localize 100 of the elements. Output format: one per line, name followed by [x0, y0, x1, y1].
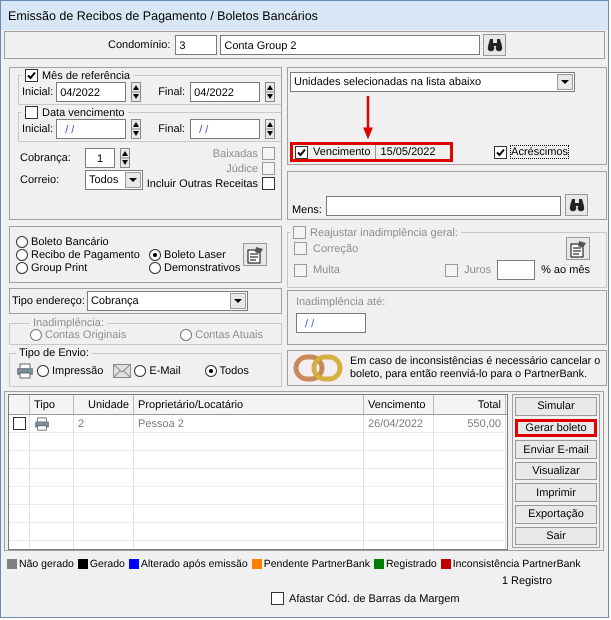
date-field[interactable]: 04/2022 [56, 82, 126, 102]
action-button[interactable]: Simular [515, 397, 597, 416]
radio-button[interactable] [149, 262, 161, 274]
column-header[interactable]: Proprietário/Locatário [134, 395, 364, 414]
notice-text: Em caso de inconsistências é necessário cancelar o boleto, para então reenviá-lo para o PartnerBank. [350, 355, 602, 381]
table-cell: 2 [74, 415, 134, 432]
action-button[interactable]: Imprimir [515, 483, 597, 502]
window-title: Emissão de Recibos de Pagamento / Boletos Bancários [1, 1, 608, 30]
binoculars-icon [486, 38, 503, 52]
number-field[interactable]: 1 [85, 148, 115, 168]
column-header[interactable]: Total [434, 395, 506, 414]
radio-label: Impressão [52, 365, 104, 377]
column-header[interactable]: Tipo [30, 395, 74, 414]
checkbox[interactable] [271, 592, 284, 605]
name-field[interactable]: Conta Group 2 [220, 35, 480, 55]
radio-label: Boleto Bancário [31, 236, 109, 248]
checkbox[interactable] [494, 146, 508, 158]
checkbox-label: Multa [313, 264, 340, 276]
settings-button[interactable] [243, 243, 267, 266]
radio-button[interactable] [149, 248, 161, 260]
spin-button[interactable] [265, 82, 276, 102]
date-field[interactable]: / / [190, 119, 260, 139]
group-label: Tipo de Envio: [19, 347, 89, 359]
radio-button[interactable] [16, 236, 28, 248]
legend-label: Não gerado [19, 558, 74, 570]
radio-button[interactable] [204, 365, 217, 377]
radio-label: Contas Atuais [195, 329, 263, 341]
table-cell: 26/04/2022 [364, 415, 434, 432]
legend-label: Pendente PartnerBank [264, 558, 370, 570]
group-label: Mês de referência [42, 70, 130, 82]
radio-label: Boleto Laser [164, 248, 226, 260]
radio-button[interactable] [16, 248, 28, 260]
spin-button[interactable] [120, 148, 130, 168]
radio-button[interactable] [37, 365, 49, 377]
field-label: Inicial: [22, 123, 54, 135]
checkbox-label: Vencimento [313, 146, 370, 158]
field-label: Cobrança: [20, 152, 72, 164]
checkbox-label: Afastar Cód. de Barras da Margem [289, 592, 460, 604]
option-label: Baixadas [212, 148, 258, 160]
field-label: Inadimplência até: [296, 296, 386, 308]
correio-dropdown[interactable]: Todos [85, 170, 143, 190]
date-field[interactable]: / / [56, 119, 126, 139]
radio-button[interactable] [134, 365, 146, 377]
legend-label: Inconsistência PartnerBank [452, 558, 581, 570]
condominio-label: Condomínio: [108, 39, 170, 51]
radio-label: E-Mail [149, 365, 181, 377]
selection-dropdown[interactable]: Unidades selecionadas na lista abaixo [290, 72, 575, 92]
envelope-icon [113, 364, 132, 378]
code-field[interactable]: 3 [175, 35, 218, 55]
group-label: Reajustar inadimplência geral: [310, 226, 458, 238]
action-button[interactable]: Sair [515, 526, 597, 546]
unit-label: % ao mês [541, 264, 590, 276]
action-button[interactable]: Enviar E-mail [515, 440, 597, 459]
field-label: Correio: [20, 174, 60, 186]
field-label: Final: [158, 86, 186, 98]
checkbox-label: Correção [313, 242, 358, 254]
date-field[interactable]: / / [296, 313, 366, 333]
legend-label: Gerado [90, 558, 125, 570]
record-count: 1 Registro [502, 575, 552, 587]
checkbox[interactable] [262, 177, 275, 190]
column-header[interactable]: Unidade [74, 395, 134, 414]
field-label: Mens: [292, 204, 322, 216]
radio-label: Contas Originais [45, 329, 126, 341]
radio-label: Recibo de Pagamento [31, 248, 140, 260]
spin-button[interactable] [131, 82, 142, 102]
option-label: Júdice [226, 162, 258, 174]
due-date-field[interactable]: 15/05/2022 [375, 145, 450, 159]
group-label: Inadimplência: [33, 317, 104, 329]
legend-label: Registrado [386, 558, 437, 570]
field-label: Final: [158, 123, 186, 135]
address-type-dropdown[interactable]: Cobrança [86, 291, 248, 311]
legend-label: Alterado após emissão [140, 558, 248, 570]
checkbox[interactable] [25, 107, 38, 119]
action-button[interactable]: Exportação [515, 504, 597, 524]
due-date-control[interactable]: Vencimento 15/05/2022 [290, 142, 453, 162]
checkbox[interactable] [295, 146, 308, 158]
radio-label: Group Print [31, 262, 88, 274]
spin-button[interactable] [265, 119, 276, 139]
search-button[interactable] [483, 34, 506, 56]
field-label: Tipo endereço: [12, 295, 85, 307]
action-button[interactable]: Visualizar [515, 462, 597, 480]
option-label: Incluir Outras Receitas [146, 178, 258, 190]
table-cell: 550,00 [434, 415, 506, 432]
message-field[interactable] [326, 196, 562, 216]
document-icon [246, 246, 264, 264]
search-button[interactable] [565, 194, 588, 216]
column-header[interactable]: Vencimento [364, 395, 434, 414]
spin-button[interactable] [131, 119, 142, 139]
printer-icon [34, 416, 50, 430]
table-cell: Pessoa 2 [134, 415, 364, 432]
group-label: Data vencimento [42, 107, 125, 118]
action-button[interactable]: Gerar boleto [515, 418, 597, 438]
printer-icon [16, 363, 34, 379]
radio-button[interactable] [16, 262, 28, 274]
checkbox[interactable] [25, 70, 38, 82]
checkbox[interactable] [13, 417, 26, 430]
checkbox-label: Juros [464, 264, 492, 276]
binoculars-icon [568, 198, 585, 212]
field-label: Inicial: [22, 86, 54, 98]
date-field[interactable]: 04/2022 [190, 82, 260, 102]
